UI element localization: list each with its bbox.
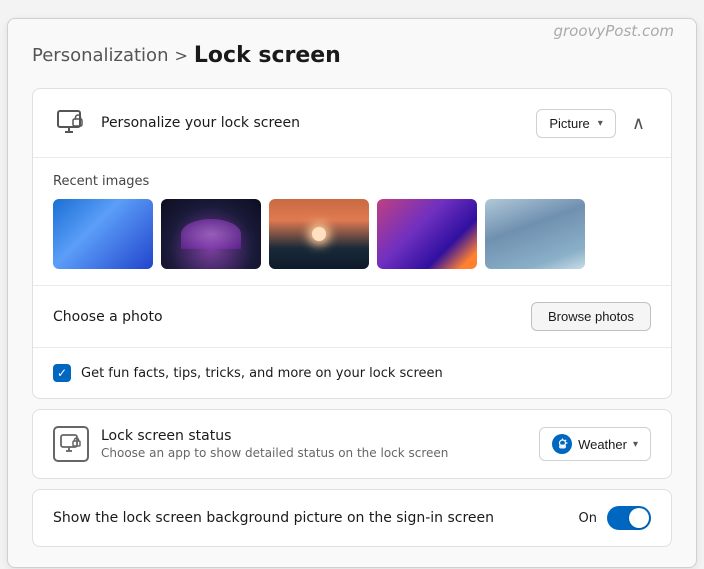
recent-images-section: Recent images	[33, 158, 671, 285]
collapse-button[interactable]: ∧	[626, 111, 651, 136]
signin-card: Show the lock screen background picture …	[32, 489, 672, 547]
lock-status-card: Lock screen status Choose an app to show…	[32, 409, 672, 479]
weather-chevron: ▾	[633, 439, 638, 450]
breadcrumb-parent[interactable]: Personalization	[32, 45, 168, 66]
weather-icon	[552, 434, 572, 454]
personalize-header-right: Picture ▾ ∧	[536, 109, 651, 138]
thumb-image-4[interactable]	[485, 199, 585, 269]
picture-dropdown[interactable]: Picture ▾	[536, 109, 616, 138]
settings-window: Personalization > Lock screen	[7, 18, 697, 568]
signin-on-label: On	[579, 511, 597, 526]
toggle-knob	[629, 508, 649, 528]
signin-toggle[interactable]	[607, 506, 651, 530]
picture-dropdown-label: Picture	[549, 116, 589, 131]
signin-right: On	[579, 506, 651, 530]
fun-facts-label: Get fun facts, tips, tricks, and more on…	[81, 366, 443, 381]
recent-images-label: Recent images	[53, 174, 651, 189]
status-icon	[53, 426, 89, 462]
checkmark-icon: ✓	[57, 367, 67, 379]
thumb-image-0[interactable]	[53, 199, 153, 269]
picture-dropdown-chevron: ▾	[598, 118, 603, 129]
fun-facts-checkbox[interactable]: ✓	[53, 364, 71, 382]
thumb-image-3[interactable]	[377, 199, 477, 269]
breadcrumb-separator: >	[174, 46, 187, 65]
monitor-lock-icon	[53, 105, 89, 141]
fun-facts-section: ✓ Get fun facts, tips, tricks, and more …	[33, 348, 671, 398]
personalize-card: Personalize your lock screen Picture ▾ ∧…	[32, 88, 672, 399]
thumb-image-2[interactable]	[269, 199, 369, 269]
personalize-title: Personalize your lock screen	[101, 115, 300, 131]
lock-status-subtitle: Choose an app to show detailed status on…	[101, 446, 448, 460]
page-outer: groovyPost.com Personalization > Lock sc…	[0, 0, 704, 569]
lock-status-text: Lock screen status Choose an app to show…	[101, 428, 448, 460]
images-row	[53, 199, 651, 269]
weather-dropdown[interactable]: Weather ▾	[539, 427, 651, 461]
lock-status-title: Lock screen status	[101, 428, 448, 444]
breadcrumb: Personalization > Lock screen	[32, 43, 672, 68]
weather-label: Weather	[578, 437, 627, 452]
personalize-header: Personalize your lock screen Picture ▾ ∧	[33, 89, 671, 157]
browse-photos-button[interactable]: Browse photos	[531, 302, 651, 331]
watermark-text: groovyPost.com	[553, 22, 674, 40]
choose-photo-label: Choose a photo	[53, 309, 163, 325]
lock-status-left: Lock screen status Choose an app to show…	[53, 426, 448, 462]
breadcrumb-current: Lock screen	[194, 43, 341, 68]
personalize-header-left: Personalize your lock screen	[53, 105, 300, 141]
choose-photo-section: Choose a photo Browse photos	[33, 286, 671, 347]
signin-label: Show the lock screen background picture …	[53, 510, 494, 526]
thumb-image-1[interactable]	[161, 199, 261, 269]
